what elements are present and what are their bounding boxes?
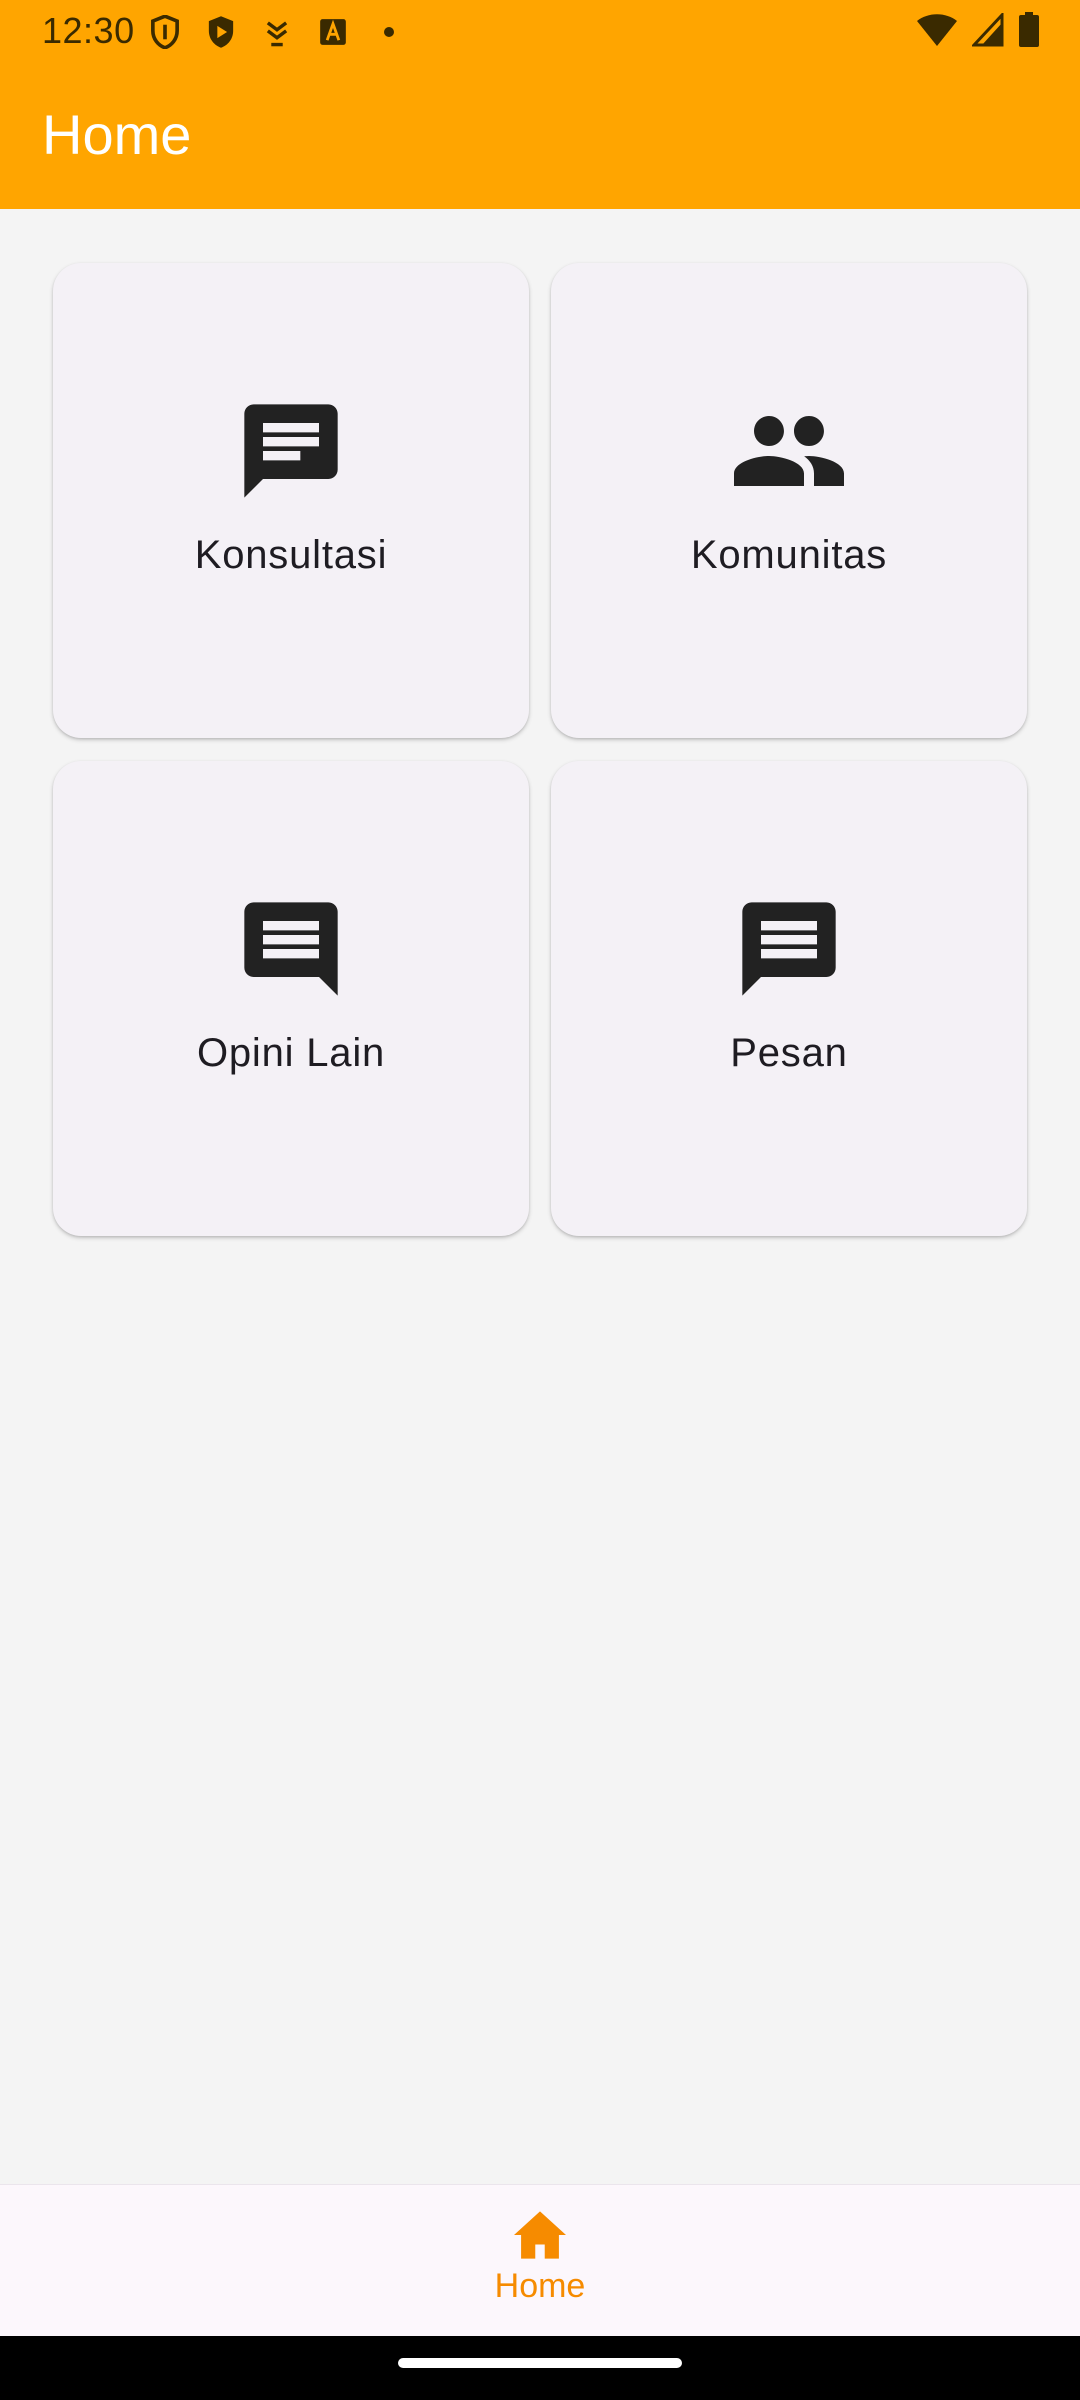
people-icon	[729, 391, 849, 511]
home-icon	[510, 2207, 570, 2263]
card-pesan[interactable]: Pesan	[551, 761, 1027, 1236]
battery-icon	[1018, 11, 1040, 53]
card-label: Komunitas	[690, 533, 888, 577]
card-label: Konsultasi	[194, 533, 388, 577]
nav-item-label: Home	[494, 2267, 586, 2305]
status-time: 12:30	[42, 10, 135, 51]
chat-bubble-lines-icon	[729, 889, 849, 1009]
play-shield-icon	[204, 15, 238, 49]
shield-outline-icon	[148, 15, 182, 49]
chat-bubble-text-icon	[231, 391, 351, 511]
dot-icon	[372, 15, 406, 49]
status-system-icons	[916, 10, 1040, 53]
cell-signal-icon	[970, 10, 1004, 52]
status-bar: 12:30	[0, 0, 1080, 62]
card-opini-lain[interactable]: Opini Lain	[53, 761, 529, 1236]
card-konsultasi[interactable]: Konsultasi	[53, 263, 529, 738]
text-a-icon	[316, 15, 350, 49]
wifi-icon	[916, 13, 958, 52]
card-komunitas[interactable]: Komunitas	[551, 263, 1027, 738]
nav-item-home[interactable]: Home	[440, 2207, 640, 2317]
system-navigation-bar	[0, 2336, 1080, 2400]
page-title: Home	[42, 103, 192, 166]
chat-bubble-lines-icon	[231, 889, 351, 1009]
app-bar: Home	[0, 62, 1080, 209]
card-label: Pesan	[730, 1031, 848, 1075]
gesture-handle[interactable]	[398, 2358, 682, 2368]
screen: 12:30 Home Konsultasi Komunitas Opini La…	[0, 0, 1080, 2400]
card-label: Opini Lain	[196, 1031, 386, 1075]
bottom-navigation: Home	[0, 2184, 1080, 2337]
status-notification-icons	[148, 12, 406, 52]
download-app-icon	[260, 15, 294, 49]
